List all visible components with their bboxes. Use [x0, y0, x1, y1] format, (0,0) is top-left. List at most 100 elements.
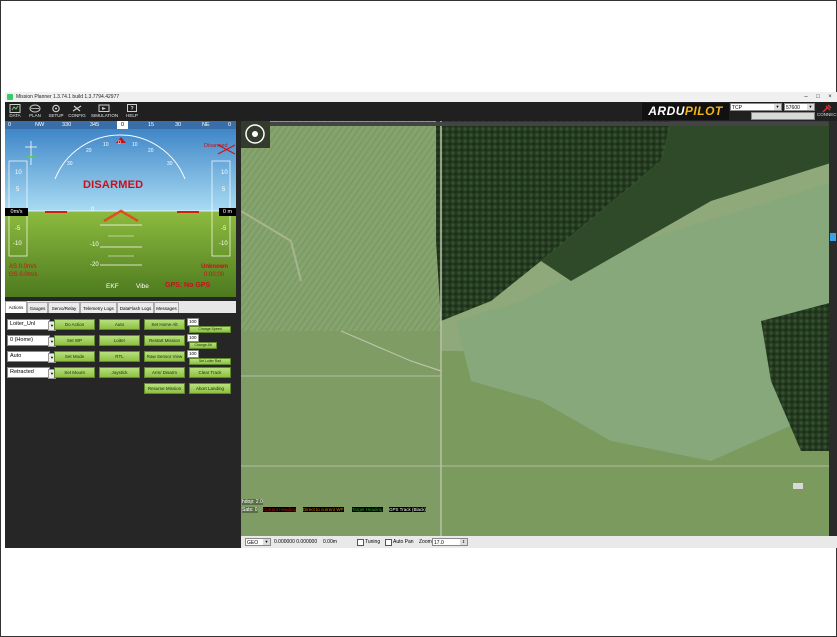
auto-pan-label: Auto Pan — [393, 539, 414, 545]
rtl-button[interactable]: RTL — [99, 351, 140, 362]
arm-status: DISARMED — [83, 179, 144, 191]
simulation-icon — [98, 104, 110, 112]
toolbar-config-button[interactable]: CONFIG — [67, 103, 87, 120]
projection-value: GEO — [247, 540, 259, 546]
baud-value: 57600 — [786, 105, 800, 111]
app-icon — [7, 94, 13, 100]
tab-messages[interactable]: Messages — [154, 302, 179, 313]
toolbar-setup-button[interactable]: SETUP — [46, 103, 66, 120]
alt-tick: -5 — [221, 226, 227, 232]
speed-tick: 10 — [15, 170, 22, 176]
map-view[interactable]: hdop: 2.0 Sats: 0 Current Heading Direct… — [241, 121, 837, 536]
toolbar-simulation-button[interactable]: SIMULATION — [91, 103, 118, 120]
arm-disarm-button[interactable]: Arm/ Disarm — [144, 367, 185, 378]
do-action-button[interactable]: Do Action — [54, 319, 95, 330]
tuning-checkbox[interactable] — [357, 539, 364, 546]
abort-landing-button[interactable]: Abort Landing — [189, 383, 231, 394]
minimize-button[interactable]: – — [801, 93, 811, 101]
alt-text: 0.00m — [323, 539, 337, 545]
loiter-radius-input[interactable]: 100 — [187, 350, 199, 358]
altitude-readout: 0 m — [219, 208, 236, 216]
legend-direct-wp: Direct to current WP — [303, 507, 344, 512]
tab-gauges[interactable]: Gauges — [27, 302, 48, 313]
ardupilot-logo: ARDUPILOT — [642, 103, 729, 120]
vibe-button[interactable]: Vibe — [136, 283, 149, 290]
alt-tick: 5 — [222, 187, 226, 193]
tab-strip: Actions Gauges Servo/Relay Telemetry Log… — [5, 301, 236, 313]
toolbar-data-button[interactable]: DATA — [5, 103, 25, 120]
pitch-zero: 0 — [91, 207, 95, 213]
roll-tick: 20 — [148, 148, 154, 154]
resume-mission-button[interactable]: Resume Mission — [144, 383, 185, 394]
projection-select[interactable]: GEO ▼ — [245, 538, 271, 546]
tab-telemetry-logs[interactable]: Telemetry Logs — [80, 302, 117, 313]
roll-tick: 10 — [132, 142, 138, 148]
flight-mode: Unknown — [201, 264, 228, 270]
chevron-down-icon: ▼ — [807, 104, 814, 110]
toolbar-data-label: DATA — [9, 113, 21, 118]
toolbar-setup-label: SETUP — [48, 113, 64, 118]
map-progress-track — [270, 122, 828, 126]
title-bar: Mission Planner 1.3.74.1 build 1.3.7794.… — [5, 92, 837, 102]
toolbar-help-button[interactable]: HELP — [122, 103, 142, 120]
joystick-button[interactable]: Joystick — [99, 367, 140, 378]
loiter-button[interactable]: Loiter — [99, 335, 140, 346]
change-alt-button[interactable]: Change Alt — [189, 342, 217, 349]
close-button[interactable]: × — [825, 93, 835, 101]
maximize-button[interactable]: □ — [813, 93, 823, 101]
legend-gps-track: GPS Track (Black) — [389, 507, 427, 512]
waypoint-select[interactable]: 0 (Home) ▼ — [7, 335, 56, 347]
zoom-value: 17.0 — [434, 540, 444, 546]
dropdown-value: Auto — [10, 353, 22, 359]
help-icon — [127, 104, 137, 112]
tab-actions[interactable]: Actions — [5, 301, 27, 313]
speed-tick: -10 — [13, 241, 22, 247]
dropdown-value: 0 (Home) — [10, 337, 33, 343]
airspeed-text: AS 0.0m/s — [9, 264, 37, 270]
tab-servo-relay[interactable]: Servo/Relay — [48, 302, 80, 313]
baud-select[interactable]: 57600 ▼ — [784, 103, 815, 111]
auto-pan-checkbox[interactable] — [385, 539, 392, 546]
mode-select[interactable]: Auto ▼ — [7, 351, 56, 363]
legend-target-heading: Target Heading — [352, 507, 383, 512]
actions-panel: Loiter_Unl ▼ 0 (Home) ▼ Auto ▼ Retracted ▼ D… — [5, 313, 236, 548]
tab-dataflash-logs[interactable]: DataFlash Logs — [117, 302, 154, 313]
mission-command-select[interactable]: Loiter_Unl ▼ — [7, 319, 56, 331]
logo-part2: PILOT — [684, 104, 723, 118]
plan-icon — [29, 104, 41, 113]
disarmed-indicator: Disarmed — [204, 143, 228, 149]
alt-value-input[interactable]: 100 — [187, 334, 199, 342]
set-mount-button[interactable]: Set Mount — [54, 367, 95, 378]
heading-tick: 0 — [228, 122, 232, 128]
flight-time: 0:00:00 — [204, 272, 225, 278]
satellite-map — [241, 121, 837, 536]
set-mode-button[interactable]: Set Mode — [54, 351, 95, 362]
port-select[interactable]: TCP ▼ — [730, 103, 782, 111]
restart-mission-button[interactable]: Restart Mission — [144, 335, 185, 346]
tuning-label: Tuning — [365, 539, 381, 545]
zoom-input[interactable]: 17.0 ⇕ — [432, 538, 468, 546]
toolbar-plan-button[interactable]: PLAN — [25, 103, 45, 120]
window-title: Mission Planner 1.3.74.1 build 1.3.7794.… — [16, 94, 120, 100]
roll-tick: 0 — [118, 140, 121, 146]
change-speed-button[interactable]: Change Speed — [189, 326, 231, 333]
logo-part1: ARDU — [648, 104, 685, 118]
set-wp-button[interactable]: Set WP — [54, 335, 95, 346]
heading-tick: 15 — [148, 122, 155, 128]
mission-planner-window: Mission Planner 1.3.74.1 build 1.3.7794.… — [5, 92, 837, 548]
set-loiter-rad-button[interactable]: Set Loiter Rad — [189, 358, 231, 365]
heading-tick: 0 — [8, 122, 12, 128]
clear-track-button[interactable]: Clear Track — [189, 367, 231, 378]
connect-button[interactable]: CONNECT — [817, 103, 837, 120]
zoom-slider[interactable] — [829, 121, 837, 536]
chevron-down-icon: ▼ — [774, 104, 781, 110]
ekf-button[interactable]: EKF — [106, 283, 119, 290]
roll-tick: 10 — [103, 142, 109, 148]
mount-select[interactable]: Retracted ▼ — [7, 367, 56, 379]
zoom-slider-thumb[interactable] — [830, 233, 836, 241]
raw-sensor-view-button[interactable]: Raw Sensor View — [144, 351, 185, 362]
set-home-alt-button[interactable]: Set Home Alt — [144, 319, 185, 330]
auto-button[interactable]: Auto — [99, 319, 140, 330]
link-stats-box — [751, 112, 815, 120]
speed-value-input[interactable]: 100 — [187, 318, 199, 326]
